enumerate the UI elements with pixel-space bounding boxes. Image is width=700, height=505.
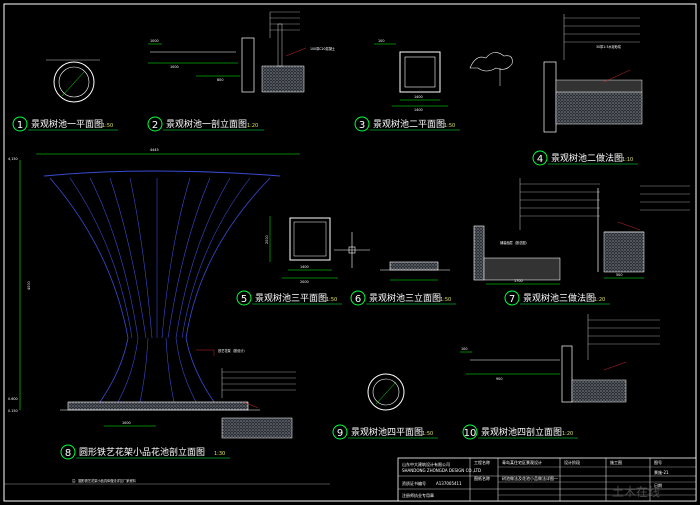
title-8: 8 圆形铁艺花架小品花池剖立面图 1:30 [60,444,230,460]
title-6-text: 景观树池三立面图 [369,292,441,304]
cursor-crosshair [334,232,370,268]
drawing-5-plan: 2000 1400 2000 [265,216,338,284]
title-7: 7 景观树池三做法图 1:20 [504,290,610,306]
dim-2-top: 1000 [150,39,159,43]
note-8-text: 铁艺花架（按设计） [218,348,247,353]
title-8-scale: 1:30 [214,451,225,457]
sheet-border [3,3,697,502]
drawing-10-section: 100 900 [460,314,660,403]
dim-3-left: 100 [378,39,384,43]
dim-8-lefta: 0.600 [8,397,18,401]
dim-8-base: 1000 [122,421,131,425]
title-10-text: 景观树池四剖立面图 [481,426,562,438]
title-5: 5 景观树池三平面图 1:50 [236,290,342,306]
title-6-num: 6 [355,294,361,305]
title-10-scale: 1:20 [562,431,573,437]
title-2-scale: 1:20 [247,123,258,129]
title-9: 9 景观树池四平面图 1:50 [332,424,438,440]
title-8-text: 圆形铁艺花架小品花池剖立面图 [79,446,205,458]
note-7-text: 铺装面层（按总图） [500,240,529,245]
license-number: A137005411 [436,481,462,486]
drawing-canvas: 1000 1000 800 100厚C20混凝土 100 1400 1400 3… [3,3,697,502]
title-4-num: 4 [537,154,543,165]
title-3-text: 景观树池二平面图 [373,118,445,130]
project-label: 工程名称 [474,459,490,465]
number-value: 景施-21 [654,469,669,475]
title-9-num: 9 [337,428,343,439]
title-5-scale: 1:50 [326,297,337,303]
title-9-scale: 1:50 [422,431,433,437]
title-6-scale: 1:50 [440,297,451,303]
title-3-num: 3 [359,120,365,131]
title-1-num: 1 [17,120,23,131]
title-7-num: 7 [509,294,515,305]
drawing-6-elevation [380,261,450,281]
title-3-scale: 1:50 [444,123,455,129]
note-3-text: 30厚1:3水泥砂浆 [596,44,622,49]
dim-2-mid: 800 [217,78,223,82]
drawing-name: 树池做法及花池小品做法详图一 [502,475,558,481]
title-4-text: 景观树池二做法图 [551,152,623,164]
watermark: 土木在线 [612,485,660,499]
title-3: 3 景观树池二平面图 1:50 [354,116,460,132]
drawing-7-detail: 铺装面层（按总图） 1700 500 [473,178,690,285]
dim-7-b: 500 [616,273,622,277]
dim-8-lefttop: 4,150 [8,157,18,161]
dim-5-left: 2000 [265,235,269,244]
drawing-2-section: 1000 1000 800 100厚C20混凝土 [148,11,336,93]
drawing-9-plan [367,373,405,411]
dim-8-top: 4445 [150,148,159,152]
project-name: 青岛某住宅区景观设计 [502,459,542,465]
company-name-en: SHANDONG ZHONGDA DESIGN CO.,LTD [402,468,481,473]
title-1-text: 景观树池一平面图 [31,118,103,130]
title-5-num: 5 [241,294,247,305]
title-1: 1 景观树池一平面图 1:50 [12,116,118,132]
dim-3-bot: 1400 [414,108,423,112]
dim-3-mid: 1400 [414,95,423,99]
drawing-1-plan [46,59,100,103]
company-name: 山东中大建筑设计有限公司 [402,461,450,467]
title-2-num: 2 [152,120,158,131]
title-6: 6 景观树池三立面图 1:50 [350,290,456,306]
license-label: 资质证书编号 [402,480,426,486]
dim-5-w2: 2000 [300,280,309,284]
seal-label: 注册师执业专用章 [402,492,434,498]
dim-8-leftb: 0.150 [8,409,18,413]
note-2-text: 100厚C20混凝土 [310,46,336,51]
cad-drawing-sheet: 1000 1000 800 100厚C20混凝土 100 1400 1400 3… [0,0,700,505]
title-block: 山东中大建筑设计有限公司 SHANDONG ZHONGDA DESIGN CO.… [397,457,697,502]
title-8-num: 8 [65,448,71,459]
title-4: 4 景观树池二做法图 1:10 [532,150,638,166]
drawing-8-footnote: 注：圆形铁艺花架小品具体做法详见厂家资料 [72,478,137,483]
title-10-num: 10 [464,428,477,439]
title-7-text: 景观树池三做法图 [523,292,595,304]
title-9-text: 景观树池四平面图 [351,426,423,438]
title-4-scale: 1:10 [622,157,633,163]
title-2-text: 景观树池一剖立面图 [166,118,247,130]
dim-5-w: 1400 [300,265,309,269]
stage-label: 设计阶段 [564,459,580,465]
dim-7-a: 1700 [514,279,523,283]
drawing-4-detail: 30厚1:3水泥砂浆 [469,14,643,133]
title-7-scale: 1:20 [594,297,605,303]
dim-10-a: 900 [496,377,502,381]
dim-8-height: 4000 [27,281,31,290]
drawing-label: 图纸名称 [474,475,490,481]
title-5-text: 景观树池三平面图 [255,292,327,304]
dim-10-b: 100 [461,347,467,351]
drawing-3-plan: 100 1400 1400 [374,39,448,112]
number-label: 图号 [654,459,662,465]
dim-2-left: 1000 [170,65,179,69]
title-1-scale: 1:50 [102,123,113,129]
title-2: 2 景观树池一剖立面图 1:20 [147,116,264,132]
title-10: 10 景观树池四剖立面图 1:20 [462,424,578,440]
drawing-8-elevation: 4445 4,150 4000 0.600 0.150 1000 铁艺花架（按设… [4,148,330,485]
stage-value: 施工图 [610,459,622,465]
